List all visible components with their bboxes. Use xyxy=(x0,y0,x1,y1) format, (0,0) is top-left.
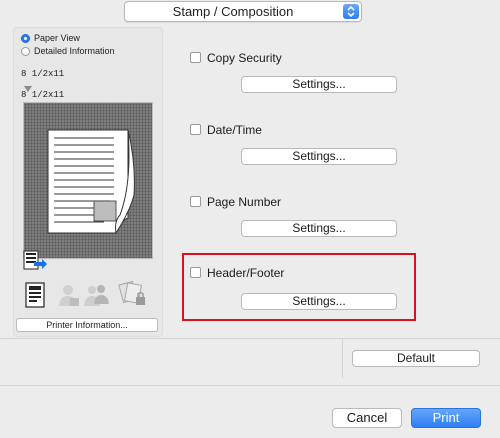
header-footer-highlight xyxy=(182,253,416,321)
page-preview xyxy=(23,102,153,259)
radio-selected-icon xyxy=(21,34,30,43)
page-number-checkbox[interactable] xyxy=(190,196,201,207)
preview-panel: Paper View Detailed Information 8 1/2x11… xyxy=(13,27,163,337)
user-auth-icon xyxy=(58,282,80,311)
page-number-label: Page Number xyxy=(207,195,282,209)
original-size-label: 8 1/2x11 xyxy=(21,69,65,79)
copy-security-label: Copy Security xyxy=(207,51,282,65)
section-popup[interactable]: Stamp / Composition xyxy=(124,1,362,22)
printer-information-button[interactable]: Printer Information... xyxy=(16,318,158,332)
date-time-checkbox[interactable] xyxy=(190,124,201,135)
section-popup-label: Stamp / Composition xyxy=(172,4,294,19)
copy-security-settings-button[interactable]: Settings... xyxy=(241,76,397,93)
page-number-settings-button[interactable]: Settings... xyxy=(241,220,397,237)
printer-output-icon xyxy=(22,250,48,275)
detailed-info-label: Detailed Information xyxy=(34,46,115,56)
vertical-divider xyxy=(342,338,343,378)
document-icon xyxy=(25,282,45,311)
copy-security-checkbox[interactable] xyxy=(190,52,201,63)
cancel-button[interactable]: Cancel xyxy=(332,408,402,428)
radio-unselected-icon xyxy=(21,47,30,56)
page-curl-preview-icon xyxy=(47,129,135,235)
print-button[interactable]: Print xyxy=(411,408,481,428)
secure-print-icon xyxy=(118,280,148,311)
date-time-label: Date/Time xyxy=(207,123,262,137)
header-footer-label: Header/Footer xyxy=(207,266,285,280)
section-divider xyxy=(0,338,500,339)
default-button[interactable]: Default xyxy=(352,350,480,367)
output-size-label: 8 1/2x11 xyxy=(21,90,65,100)
account-track-icon xyxy=(84,282,110,311)
header-footer-checkbox[interactable] xyxy=(190,267,201,278)
footer-divider xyxy=(0,385,500,386)
paper-view-label: Paper View xyxy=(34,33,80,43)
header-footer-settings-button[interactable]: Settings... xyxy=(241,293,397,310)
date-time-settings-button[interactable]: Settings... xyxy=(241,148,397,165)
chevron-updown-icon xyxy=(343,4,359,19)
